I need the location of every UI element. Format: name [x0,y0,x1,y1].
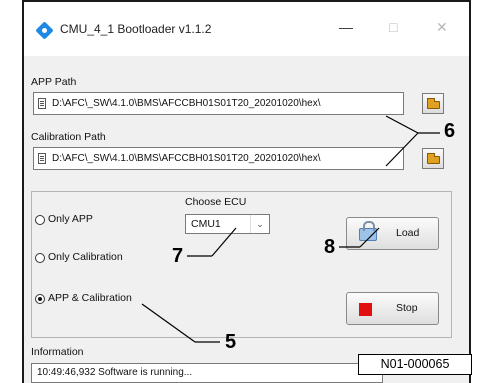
callout-5: 5 [225,331,237,353]
callout-leader-lines [141,115,440,343]
reference-label: N01-000065 [358,354,472,375]
callout-8: 8 [324,236,336,258]
callout-6: 6 [444,120,456,142]
callout-7: 7 [172,245,184,267]
